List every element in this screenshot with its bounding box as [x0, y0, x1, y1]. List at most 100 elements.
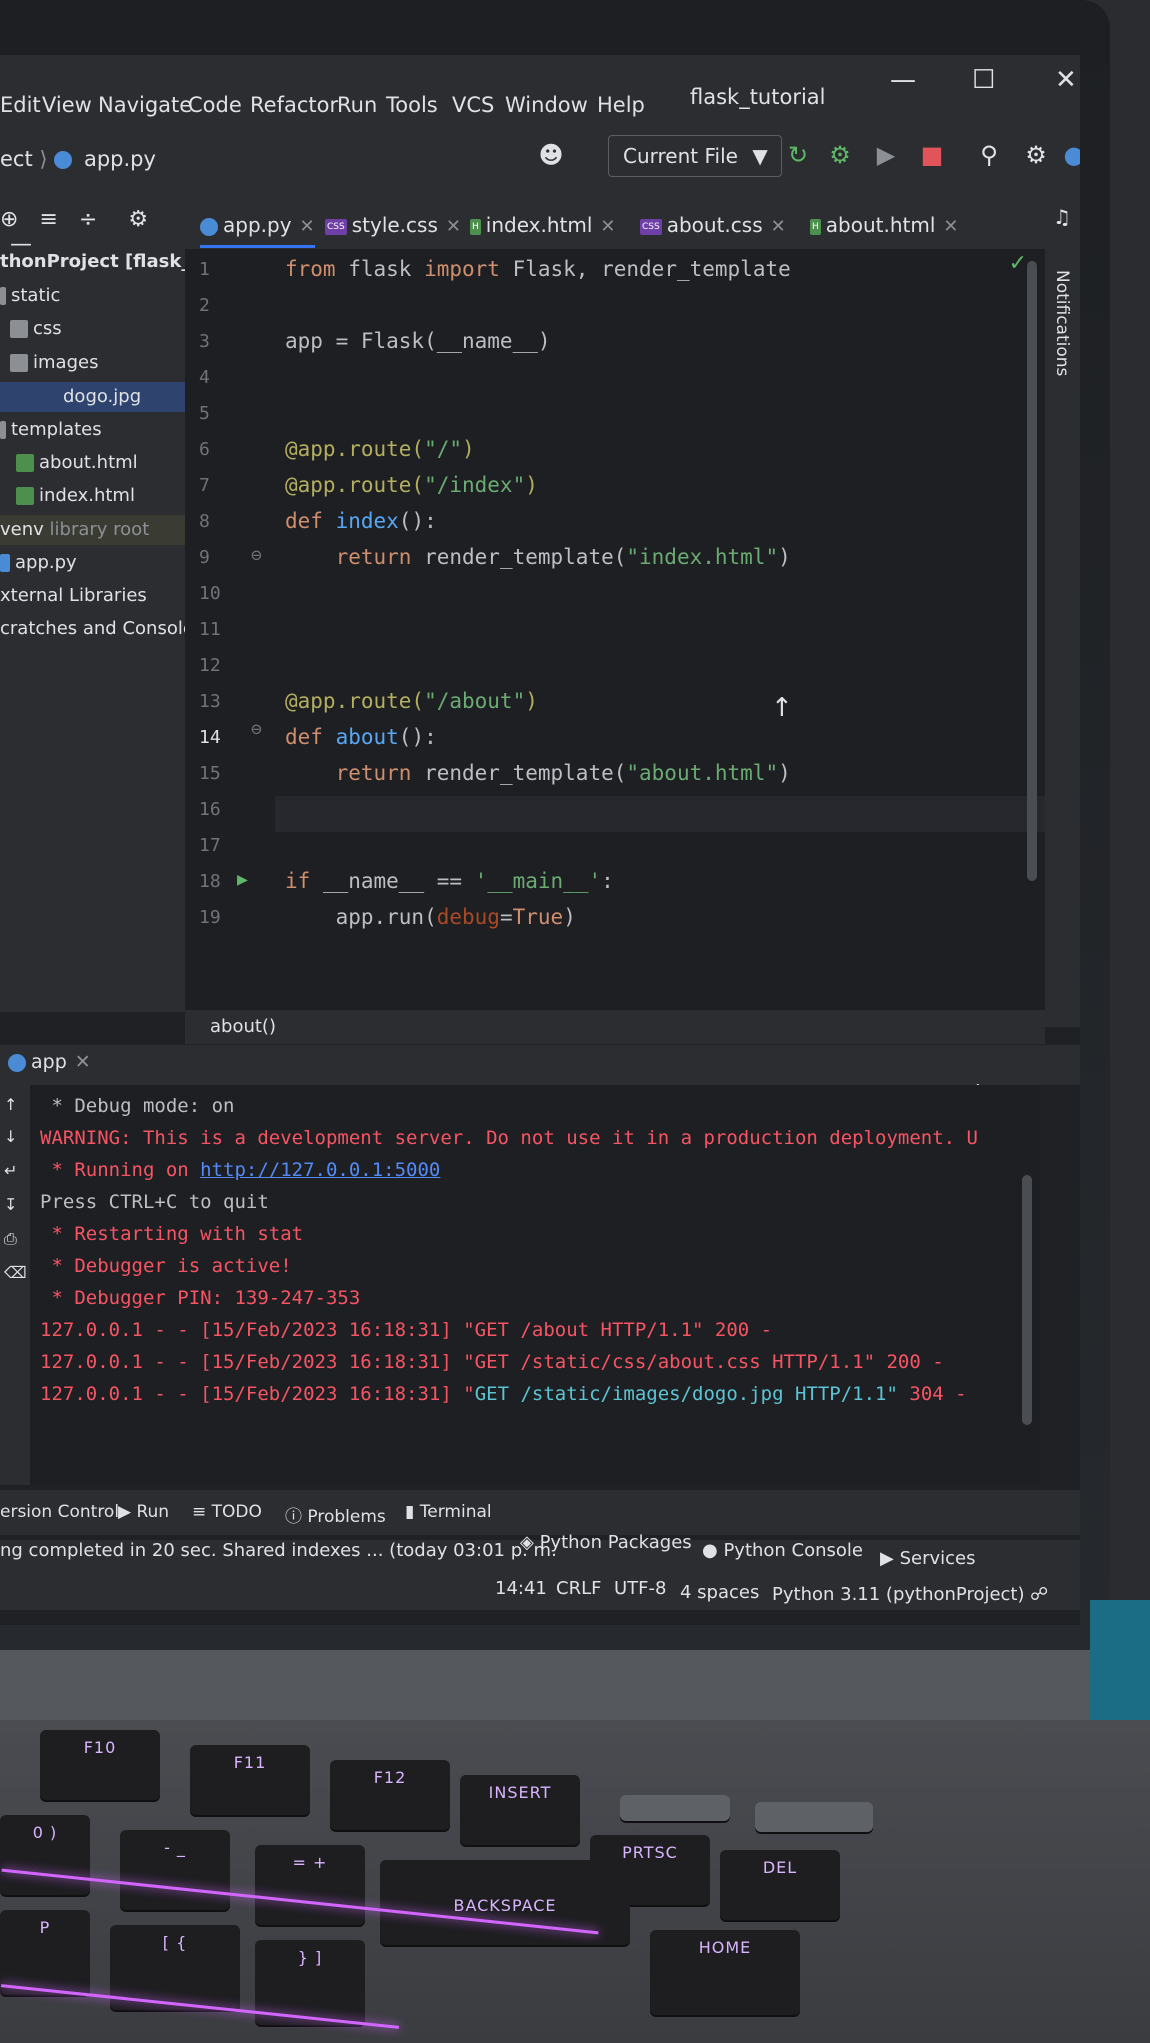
- fold-icon[interactable]: ⊖: [251, 719, 262, 740]
- ai-assistant-icon[interactable]: ●: [1060, 141, 1080, 169]
- tool-run[interactable]: ▶ Run: [118, 1502, 169, 1522]
- arrow-up-icon[interactable]: ↑: [4, 1095, 17, 1114]
- console-scrollbar[interactable]: [1022, 1175, 1032, 1425]
- tool-terminal[interactable]: ▮ Terminal: [405, 1502, 492, 1522]
- lock-icon[interactable]: ☍: [1030, 1584, 1048, 1605]
- tree-file-index-html[interactable]: index.html: [16, 481, 135, 511]
- tree-external-libraries[interactable]: xternal Libraries: [0, 581, 147, 611]
- terminal-icon: ▮: [405, 1502, 420, 1522]
- editor-scrollbar[interactable]: [1027, 261, 1037, 881]
- tab-app-py[interactable]: app.py ✕: [200, 205, 315, 248]
- tab-style-css[interactable]: CSS style.css ✕: [325, 205, 461, 245]
- server-url-link[interactable]: http://127.0.0.1:5000: [200, 1159, 440, 1181]
- menu-refactor[interactable]: Refactor: [250, 93, 338, 117]
- function-context[interactable]: about(): [210, 1016, 276, 1037]
- code-editor[interactable]: 1 2 3 4 5 6 7 8 9 10 11 12 13 14 15 16 1…: [185, 249, 1045, 1029]
- stop-icon[interactable]: ■: [918, 141, 946, 169]
- menu-edit[interactable]: Edit: [0, 93, 41, 117]
- close-icon[interactable]: ✕: [943, 216, 958, 237]
- coverage-icon[interactable]: ▶: [872, 141, 900, 169]
- status-message[interactable]: ng completed in 20 sec. Shared indexes .…: [0, 1540, 557, 1561]
- maximize-icon[interactable]: ☐: [972, 65, 995, 95]
- tree-folder-static[interactable]: static: [0, 281, 60, 311]
- breadcrumb-file[interactable]: app.py: [84, 147, 156, 171]
- menu-window[interactable]: Window: [505, 93, 588, 117]
- no-problems-checkmark-icon[interactable]: ✓: [1009, 251, 1027, 276]
- tree-scratches[interactable]: cratches and Consoles: [0, 614, 203, 644]
- tool-todo[interactable]: ≡ TODO: [192, 1502, 262, 1522]
- tool-services[interactable]: ▶ Services: [880, 1548, 975, 1569]
- key-insert: INSERT: [460, 1775, 580, 1845]
- close-icon[interactable]: ✕: [75, 1051, 91, 1073]
- tab-about-html[interactable]: Habout.html ✕: [810, 205, 959, 245]
- python-interpreter[interactable]: Python 3.11 (pythonProject): [772, 1584, 1025, 1605]
- tool-python-packages[interactable]: ◈ Python Packages: [520, 1532, 692, 1553]
- rerun-icon[interactable]: ↻: [784, 141, 812, 169]
- close-icon[interactable]: ✕: [600, 216, 615, 237]
- code-line-12: @app.route("/about"): [285, 689, 538, 713]
- user-icon[interactable]: ☻: [537, 141, 565, 169]
- key-p: P: [0, 1910, 90, 1995]
- close-icon[interactable]: ✕: [1055, 65, 1077, 95]
- file-encoding[interactable]: UTF-8: [614, 1578, 666, 1599]
- tree-file-app-py[interactable]: app.py: [0, 548, 77, 578]
- html-file-icon: H: [810, 218, 821, 235]
- fold-icon[interactable]: ⊖: [251, 545, 262, 566]
- gear-icon[interactable]: ⚙: [128, 207, 148, 232]
- tree-folder-css[interactable]: css: [10, 314, 62, 344]
- caret-position[interactable]: 14:41: [495, 1578, 547, 1599]
- run-gutter-icon[interactable]: ▶: [237, 869, 248, 890]
- menu-tools[interactable]: Tools: [386, 93, 438, 117]
- chevron-down-icon: ▼: [752, 144, 768, 168]
- menu-run[interactable]: Run: [337, 93, 377, 117]
- run-config-label: Current File: [623, 144, 738, 168]
- menu-view[interactable]: View: [42, 93, 92, 117]
- folder-icon: [10, 320, 28, 338]
- code-line-8: def index():: [285, 509, 437, 533]
- tree-folder-templates[interactable]: templates: [0, 415, 102, 445]
- print-icon[interactable]: ⎙: [4, 1229, 17, 1249]
- tool-version-control[interactable]: ersion Control: [0, 1502, 119, 1522]
- expand-all-icon[interactable]: ≡: [39, 207, 57, 232]
- tool-problems[interactable]: ⓘ Problems: [285, 1502, 386, 1527]
- run-console-output[interactable]: * Debug mode: on WARNING: This is a deve…: [30, 1085, 1040, 1485]
- run-icon: ▶: [118, 1502, 137, 1522]
- close-icon[interactable]: ✕: [446, 216, 461, 237]
- bell-icon[interactable]: ♫: [1053, 205, 1071, 229]
- debug-icon[interactable]: ⚙: [826, 141, 854, 169]
- menu-vcs[interactable]: VCS: [452, 93, 494, 117]
- notifications-tab[interactable]: Notifications: [1052, 270, 1072, 376]
- menu-navigate[interactable]: Navigate: [98, 93, 192, 117]
- code-line-6: @app.route("/"): [285, 437, 475, 461]
- folder-icon: [0, 287, 6, 305]
- scroll-to-end-icon[interactable]: ↧: [4, 1195, 17, 1214]
- line-separator[interactable]: CRLF: [556, 1578, 601, 1599]
- tree-venv[interactable]: venv library root: [0, 515, 185, 545]
- tree-file-about-html[interactable]: about.html: [16, 448, 138, 478]
- tool-python-console[interactable]: ● Python Console: [702, 1540, 863, 1561]
- key-paren: 0 ): [0, 1815, 90, 1895]
- close-icon[interactable]: ✕: [300, 216, 315, 237]
- select-opened-file-icon[interactable]: ⊕: [0, 207, 18, 232]
- search-icon[interactable]: ⚲: [975, 141, 1003, 169]
- menu-code[interactable]: Code: [188, 93, 242, 117]
- collapse-all-icon[interactable]: ÷: [79, 207, 97, 232]
- tree-folder-images[interactable]: images: [10, 348, 98, 378]
- tab-index-html[interactable]: Hindex.html ✕: [470, 205, 616, 245]
- tree-file-dogo[interactable]: dogo.jpg: [0, 382, 185, 412]
- minimize-icon[interactable]: —: [890, 65, 916, 95]
- gear-icon[interactable]: ⚙: [1022, 141, 1050, 169]
- run-config-dropdown[interactable]: Current File ▼: [608, 135, 782, 177]
- breadcrumb-project[interactable]: ect: [0, 147, 33, 171]
- indent-setting[interactable]: 4 spaces: [680, 1582, 759, 1603]
- arrow-down-icon[interactable]: ↓: [4, 1127, 17, 1146]
- trash-icon[interactable]: ⌫: [4, 1263, 27, 1282]
- package-icon: ◈: [520, 1532, 540, 1553]
- menu-help[interactable]: Help: [597, 93, 645, 117]
- soft-wrap-icon[interactable]: ↵: [4, 1161, 17, 1180]
- console-line: * Restarting with stat: [40, 1223, 304, 1245]
- code-line-9: return render_template("index.html"): [335, 545, 791, 569]
- run-tab-app[interactable]: app ✕: [8, 1051, 91, 1073]
- tab-about-css[interactable]: CSS about.css ✕: [640, 205, 786, 245]
- close-icon[interactable]: ✕: [771, 216, 786, 237]
